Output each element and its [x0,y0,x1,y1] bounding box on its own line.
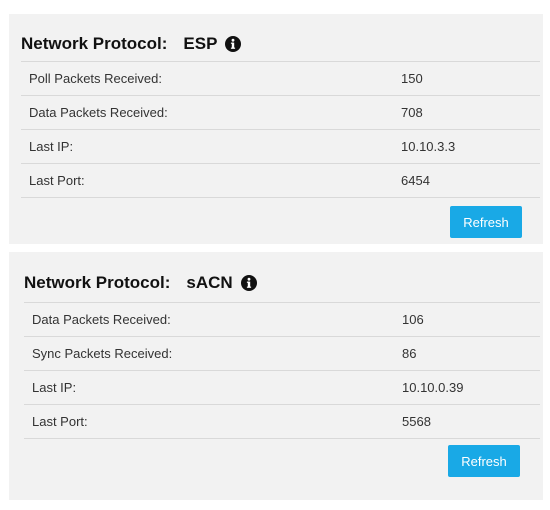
stats-table: Data Packets Received: 106 Sync Packets … [24,302,540,439]
stat-label: Data Packets Received: [29,105,168,120]
title-label: Network Protocol: [24,273,171,292]
stat-value: 86 [402,346,417,361]
stat-label: Last IP: [32,380,77,395]
stat-row-sync-packets: Sync Packets Received: 86 [24,336,540,370]
sacn-protocol-panel: Network Protocol: sACN Data Packets Rece… [9,252,543,500]
stat-value: 106 [402,312,424,327]
stat-row-data-packets: Data Packets Received: 708 [21,95,540,129]
stat-row-last-ip: Last IP: 10.10.0.39 [24,370,540,404]
stat-row-poll-packets: Poll Packets Received: 150 [21,61,540,95]
stat-label: Last Port: [32,414,88,429]
protocol-name: ESP [183,34,218,53]
stat-row-data-packets: Data Packets Received: 106 [24,302,540,336]
stat-value: 708 [401,105,423,120]
stat-label: Last IP: [29,139,74,154]
refresh-button[interactable]: Refresh [450,206,522,238]
refresh-button[interactable]: Refresh [448,445,520,477]
stat-value: 150 [401,71,423,86]
stat-row-last-port: Last Port: 6454 [21,163,540,198]
stats-table: Poll Packets Received: 150 Data Packets … [21,61,540,198]
stat-label: Sync Packets Received: [32,346,173,361]
stat-row-last-ip: Last IP: 10.10.3.3 [21,129,540,163]
stat-value: 10.10.0.39 [402,380,464,395]
info-circle-icon[interactable] [225,36,242,52]
panel-title: Network Protocol: sACN [24,273,257,293]
stat-label: Last Port: [29,173,85,188]
stat-label: Data Packets Received: [32,312,171,327]
stat-label: Poll Packets Received: [29,71,162,86]
panel-title: Network Protocol: ESP [21,34,242,54]
stat-value: 10.10.3.3 [401,139,456,154]
stat-row-last-port: Last Port: 5568 [24,404,540,439]
stat-value: 5568 [402,414,431,429]
protocol-name: sACN [186,273,233,292]
title-label: Network Protocol: [21,34,168,53]
stat-value: 6454 [401,173,430,188]
esp-protocol-panel: Network Protocol: ESP Poll Packets Recei… [9,14,543,244]
info-circle-icon[interactable] [240,275,257,291]
